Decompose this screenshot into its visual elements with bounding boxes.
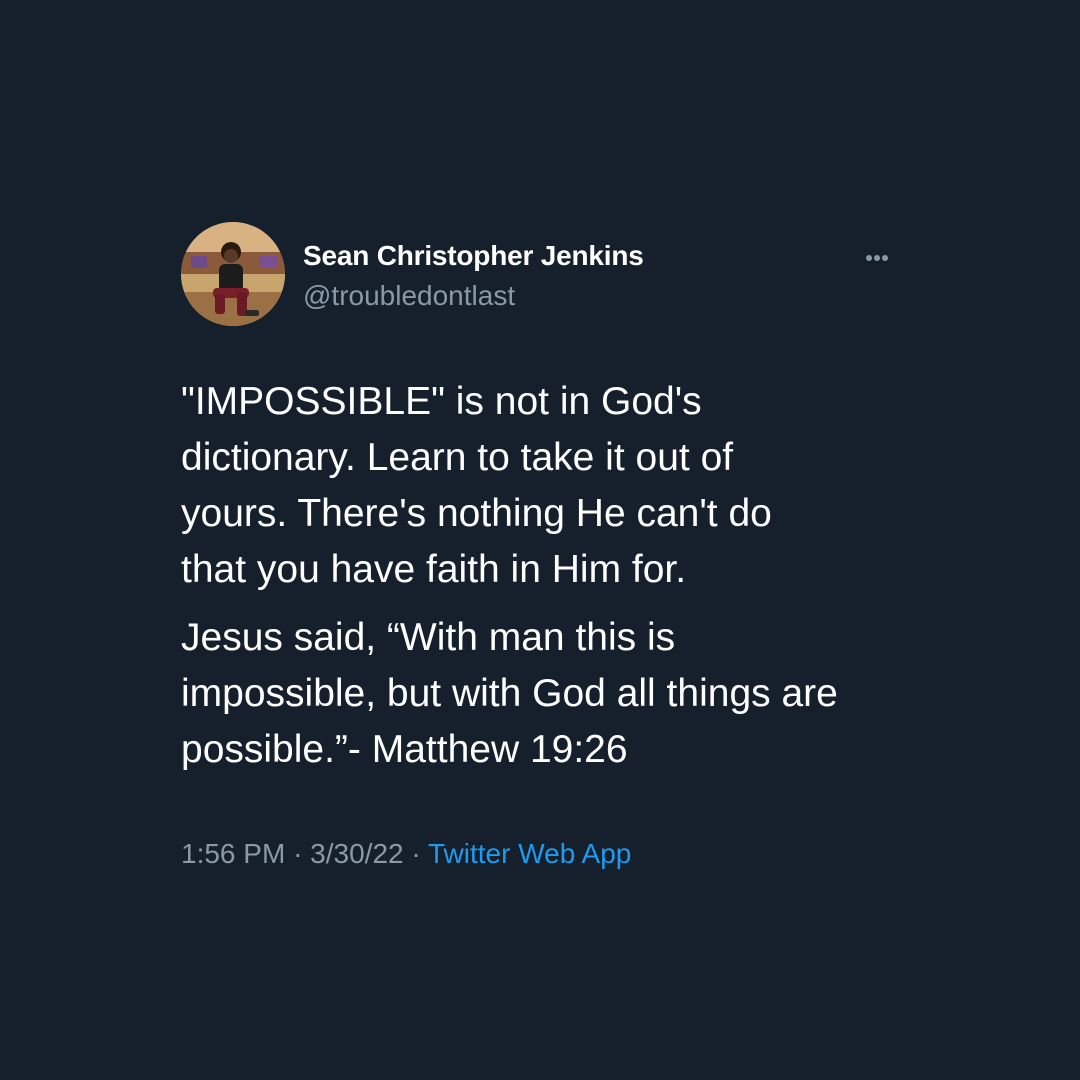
tweet-meta: 1:56 PM · 3/30/22 · Twitter Web App bbox=[181, 836, 901, 872]
avatar-image bbox=[181, 222, 285, 326]
tweet-time[interactable]: 1:56 PM bbox=[181, 838, 285, 869]
avatar[interactable] bbox=[181, 222, 285, 326]
tweet-header: Sean Christopher Jenkins @troubledontlas… bbox=[181, 220, 901, 326]
tweet-card: Sean Christopher Jenkins @troubledontlas… bbox=[181, 220, 901, 872]
meta-separator: · bbox=[411, 838, 421, 869]
tweet-text: "IMPOSSIBLE" is not in God's dictionary.… bbox=[181, 374, 901, 778]
author-handle[interactable]: @troubledontlast bbox=[303, 278, 644, 314]
meta-separator: · bbox=[293, 838, 303, 869]
tweet-paragraph-2: Jesus said, “With man this is impossible… bbox=[181, 616, 838, 771]
author-display-name[interactable]: Sean Christopher Jenkins bbox=[303, 238, 644, 274]
more-horizontal-icon[interactable] bbox=[863, 250, 899, 266]
tweet-paragraph-1: "IMPOSSIBLE" is not in God's dictionary.… bbox=[181, 380, 772, 591]
tweet-date[interactable]: 3/30/22 bbox=[310, 838, 403, 869]
author-names: Sean Christopher Jenkins @troubledontlas… bbox=[303, 238, 644, 314]
tweet-source-link[interactable]: Twitter Web App bbox=[428, 838, 631, 869]
